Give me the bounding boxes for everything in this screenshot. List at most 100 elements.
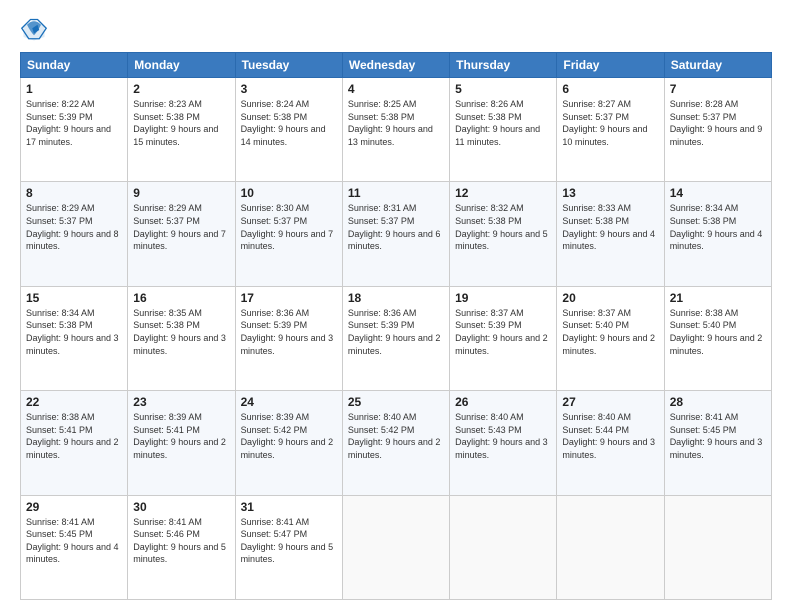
col-header-friday: Friday [557,53,664,78]
calendar-week-2: 8 Sunrise: 8:29 AMSunset: 5:37 PMDayligh… [21,182,772,286]
day-number: 30 [133,500,229,514]
page: SundayMondayTuesdayWednesdayThursdayFrid… [0,0,792,612]
col-header-thursday: Thursday [450,53,557,78]
calendar-cell: 31 Sunrise: 8:41 AMSunset: 5:47 PMDaylig… [235,495,342,599]
day-number: 21 [670,291,766,305]
calendar-cell: 24 Sunrise: 8:39 AMSunset: 5:42 PMDaylig… [235,391,342,495]
cell-info: Sunrise: 8:37 AMSunset: 5:39 PMDaylight:… [455,308,548,356]
calendar-cell [557,495,664,599]
calendar-cell: 22 Sunrise: 8:38 AMSunset: 5:41 PMDaylig… [21,391,128,495]
header [20,16,772,44]
calendar-cell: 9 Sunrise: 8:29 AMSunset: 5:37 PMDayligh… [128,182,235,286]
cell-info: Sunrise: 8:40 AMSunset: 5:42 PMDaylight:… [348,412,441,460]
day-number: 13 [562,186,658,200]
day-number: 9 [133,186,229,200]
col-header-sunday: Sunday [21,53,128,78]
calendar-cell: 13 Sunrise: 8:33 AMSunset: 5:38 PMDaylig… [557,182,664,286]
day-number: 1 [26,82,122,96]
calendar-cell: 21 Sunrise: 8:38 AMSunset: 5:40 PMDaylig… [664,286,771,390]
calendar-cell: 3 Sunrise: 8:24 AMSunset: 5:38 PMDayligh… [235,78,342,182]
calendar-cell [342,495,449,599]
day-number: 31 [241,500,337,514]
calendar-cell: 12 Sunrise: 8:32 AMSunset: 5:38 PMDaylig… [450,182,557,286]
calendar-cell: 17 Sunrise: 8:36 AMSunset: 5:39 PMDaylig… [235,286,342,390]
cell-info: Sunrise: 8:41 AMSunset: 5:45 PMDaylight:… [670,412,763,460]
day-number: 19 [455,291,551,305]
day-number: 14 [670,186,766,200]
calendar-cell: 18 Sunrise: 8:36 AMSunset: 5:39 PMDaylig… [342,286,449,390]
cell-info: Sunrise: 8:36 AMSunset: 5:39 PMDaylight:… [241,308,334,356]
day-number: 22 [26,395,122,409]
cell-info: Sunrise: 8:41 AMSunset: 5:46 PMDaylight:… [133,517,226,565]
calendar-cell: 4 Sunrise: 8:25 AMSunset: 5:38 PMDayligh… [342,78,449,182]
logo-icon [20,16,48,44]
cell-info: Sunrise: 8:33 AMSunset: 5:38 PMDaylight:… [562,203,655,251]
day-number: 18 [348,291,444,305]
day-number: 20 [562,291,658,305]
calendar-cell: 19 Sunrise: 8:37 AMSunset: 5:39 PMDaylig… [450,286,557,390]
day-number: 23 [133,395,229,409]
day-number: 11 [348,186,444,200]
cell-info: Sunrise: 8:31 AMSunset: 5:37 PMDaylight:… [348,203,441,251]
calendar-cell [664,495,771,599]
calendar-cell: 10 Sunrise: 8:30 AMSunset: 5:37 PMDaylig… [235,182,342,286]
day-number: 4 [348,82,444,96]
day-number: 17 [241,291,337,305]
day-number: 25 [348,395,444,409]
calendar-cell: 2 Sunrise: 8:23 AMSunset: 5:38 PMDayligh… [128,78,235,182]
cell-info: Sunrise: 8:22 AMSunset: 5:39 PMDaylight:… [26,99,111,147]
calendar-cell: 7 Sunrise: 8:28 AMSunset: 5:37 PMDayligh… [664,78,771,182]
cell-info: Sunrise: 8:35 AMSunset: 5:38 PMDaylight:… [133,308,226,356]
cell-info: Sunrise: 8:38 AMSunset: 5:41 PMDaylight:… [26,412,119,460]
day-number: 7 [670,82,766,96]
cell-info: Sunrise: 8:38 AMSunset: 5:40 PMDaylight:… [670,308,763,356]
calendar-week-3: 15 Sunrise: 8:34 AMSunset: 5:38 PMDaylig… [21,286,772,390]
cell-info: Sunrise: 8:29 AMSunset: 5:37 PMDaylight:… [26,203,119,251]
cell-info: Sunrise: 8:39 AMSunset: 5:42 PMDaylight:… [241,412,334,460]
calendar-cell: 29 Sunrise: 8:41 AMSunset: 5:45 PMDaylig… [21,495,128,599]
cell-info: Sunrise: 8:25 AMSunset: 5:38 PMDaylight:… [348,99,433,147]
day-number: 27 [562,395,658,409]
day-number: 29 [26,500,122,514]
calendar-week-4: 22 Sunrise: 8:38 AMSunset: 5:41 PMDaylig… [21,391,772,495]
calendar-cell: 6 Sunrise: 8:27 AMSunset: 5:37 PMDayligh… [557,78,664,182]
calendar-cell [450,495,557,599]
calendar-cell: 15 Sunrise: 8:34 AMSunset: 5:38 PMDaylig… [21,286,128,390]
day-number: 6 [562,82,658,96]
calendar-week-5: 29 Sunrise: 8:41 AMSunset: 5:45 PMDaylig… [21,495,772,599]
cell-info: Sunrise: 8:28 AMSunset: 5:37 PMDaylight:… [670,99,763,147]
day-number: 24 [241,395,337,409]
cell-info: Sunrise: 8:41 AMSunset: 5:45 PMDaylight:… [26,517,119,565]
cell-info: Sunrise: 8:26 AMSunset: 5:38 PMDaylight:… [455,99,540,147]
cell-info: Sunrise: 8:34 AMSunset: 5:38 PMDaylight:… [26,308,119,356]
day-number: 26 [455,395,551,409]
cell-info: Sunrise: 8:23 AMSunset: 5:38 PMDaylight:… [133,99,218,147]
day-number: 16 [133,291,229,305]
calendar-cell: 27 Sunrise: 8:40 AMSunset: 5:44 PMDaylig… [557,391,664,495]
cell-info: Sunrise: 8:37 AMSunset: 5:40 PMDaylight:… [562,308,655,356]
cell-info: Sunrise: 8:24 AMSunset: 5:38 PMDaylight:… [241,99,326,147]
day-number: 5 [455,82,551,96]
col-header-saturday: Saturday [664,53,771,78]
cell-info: Sunrise: 8:34 AMSunset: 5:38 PMDaylight:… [670,203,763,251]
day-number: 10 [241,186,337,200]
cell-info: Sunrise: 8:27 AMSunset: 5:37 PMDaylight:… [562,99,647,147]
day-number: 2 [133,82,229,96]
logo [20,16,52,44]
cell-info: Sunrise: 8:41 AMSunset: 5:47 PMDaylight:… [241,517,334,565]
cell-info: Sunrise: 8:40 AMSunset: 5:43 PMDaylight:… [455,412,548,460]
calendar-cell: 8 Sunrise: 8:29 AMSunset: 5:37 PMDayligh… [21,182,128,286]
calendar-cell: 26 Sunrise: 8:40 AMSunset: 5:43 PMDaylig… [450,391,557,495]
cell-info: Sunrise: 8:36 AMSunset: 5:39 PMDaylight:… [348,308,441,356]
col-header-wednesday: Wednesday [342,53,449,78]
calendar-cell: 28 Sunrise: 8:41 AMSunset: 5:45 PMDaylig… [664,391,771,495]
calendar-cell: 16 Sunrise: 8:35 AMSunset: 5:38 PMDaylig… [128,286,235,390]
col-header-monday: Monday [128,53,235,78]
day-number: 28 [670,395,766,409]
calendar-cell: 25 Sunrise: 8:40 AMSunset: 5:42 PMDaylig… [342,391,449,495]
calendar-header-row: SundayMondayTuesdayWednesdayThursdayFrid… [21,53,772,78]
calendar-cell: 23 Sunrise: 8:39 AMSunset: 5:41 PMDaylig… [128,391,235,495]
cell-info: Sunrise: 8:32 AMSunset: 5:38 PMDaylight:… [455,203,548,251]
cell-info: Sunrise: 8:40 AMSunset: 5:44 PMDaylight:… [562,412,655,460]
cell-info: Sunrise: 8:30 AMSunset: 5:37 PMDaylight:… [241,203,334,251]
